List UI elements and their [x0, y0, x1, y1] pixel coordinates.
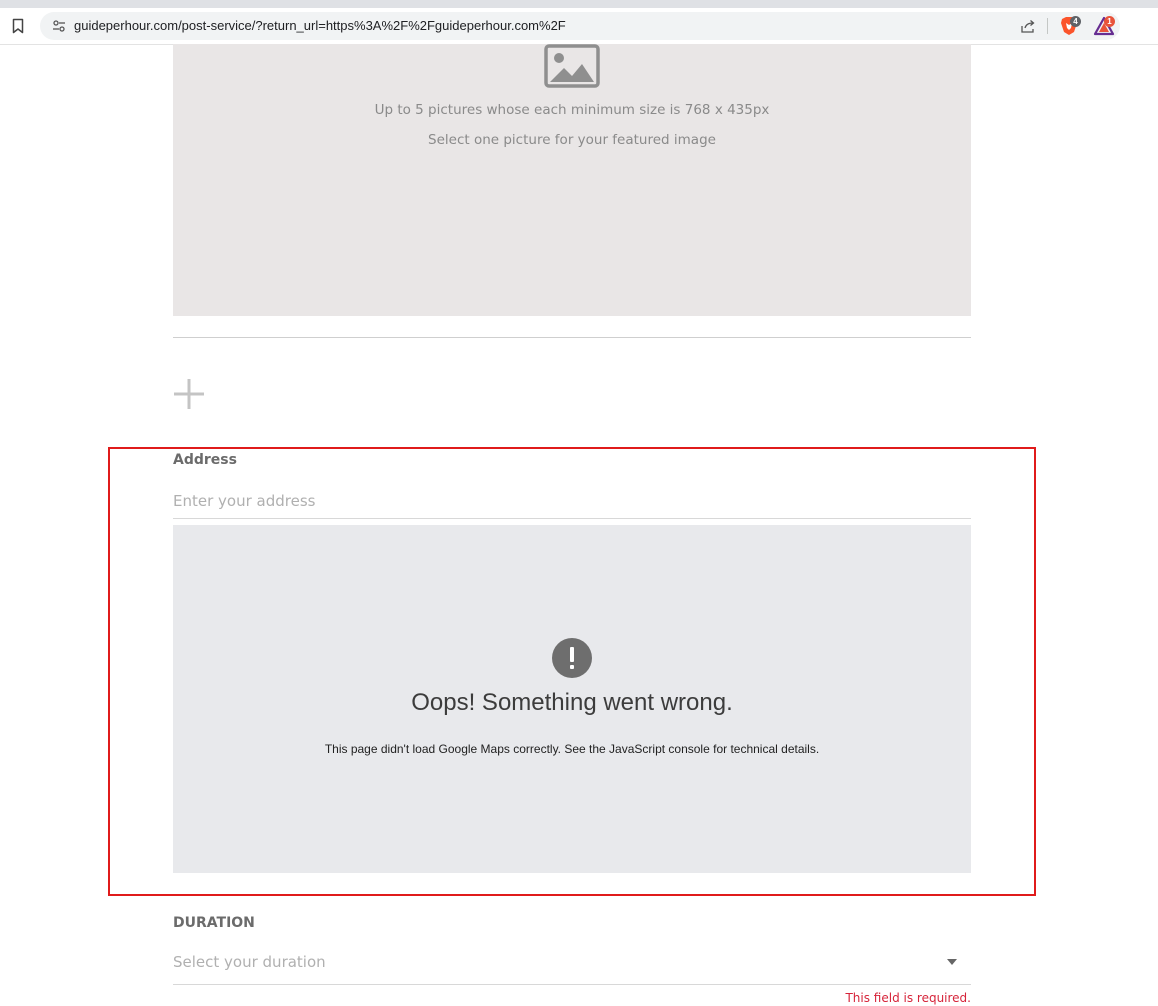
- duration-label: DURATION: [173, 915, 255, 931]
- toolbar-divider: [1047, 18, 1048, 34]
- map-error-title: Oops! Something went wrong.: [411, 689, 733, 716]
- url-text[interactable]: guideperhour.com/post-service/?return_ur…: [74, 18, 566, 33]
- chevron-down-icon: [947, 959, 957, 965]
- brave-badge: 4: [1070, 16, 1081, 27]
- address-input[interactable]: [173, 484, 971, 519]
- address-label: Address: [173, 452, 237, 468]
- error-exclamation-icon: [552, 638, 592, 678]
- section-divider: [173, 337, 971, 338]
- site-info-icon[interactable]: [52, 19, 66, 33]
- image-placeholder-icon: [544, 44, 600, 88]
- add-icon[interactable]: [173, 378, 205, 410]
- map-error-message: This page didn't load Google Maps correc…: [324, 742, 820, 756]
- map-panel[interactable]: Oops! Something went wrong. This page di…: [173, 525, 971, 873]
- browser-tabstrip: [0, 0, 1158, 8]
- duration-placeholder: Select your duration: [173, 953, 326, 971]
- upload-size-hint: Up to 5 pictures whose each minimum size…: [374, 102, 770, 118]
- share-icon[interactable]: [1020, 18, 1036, 34]
- image-upload-area[interactable]: Up to 5 pictures whose each minimum size…: [173, 44, 971, 316]
- omnibox[interactable]: guideperhour.com/post-service/?return_ur…: [40, 12, 1120, 40]
- rewards-badge: 1: [1104, 16, 1115, 27]
- upload-featured-hint: Select one picture for your featured ima…: [428, 132, 716, 148]
- browser-toolbar: guideperhour.com/post-service/?return_ur…: [0, 8, 1158, 45]
- duration-error-text: This field is required.: [845, 991, 971, 1005]
- duration-select[interactable]: Select your duration: [173, 946, 971, 985]
- bookmark-icon[interactable]: [12, 18, 24, 34]
